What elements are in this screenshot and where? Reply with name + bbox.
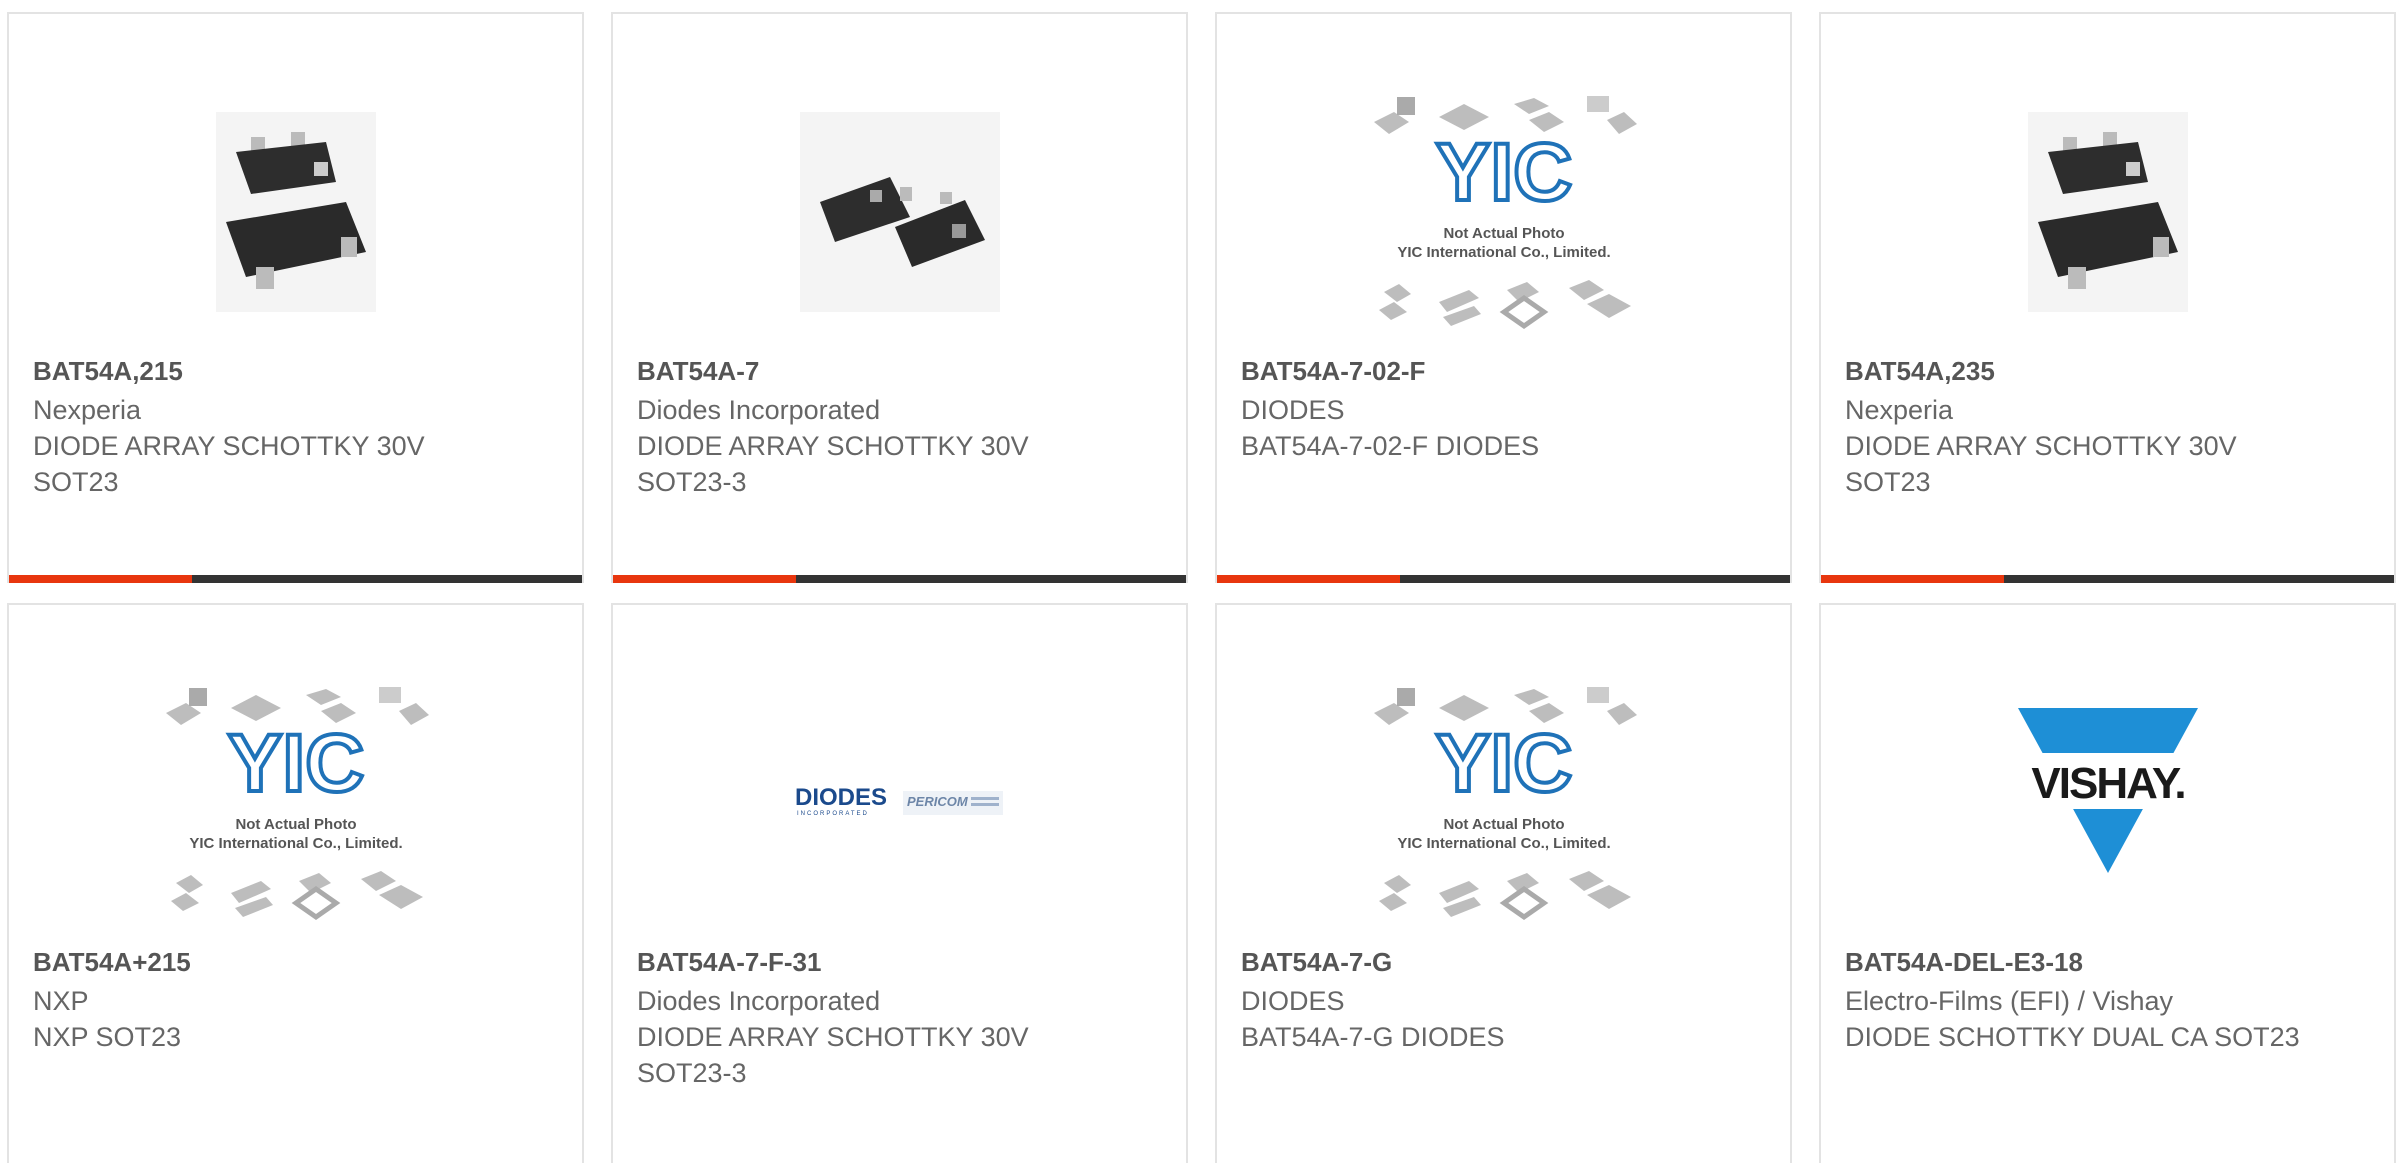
svg-text:YIC: YIC <box>1435 718 1572 809</box>
product-image[interactable]: YIC Not Actual Photo YIC International C… <box>1217 69 1790 354</box>
svg-text:YIC International Co., Limited: YIC International Co., Limited. <box>189 835 402 852</box>
part-number[interactable]: BAT54A-7 <box>637 354 1166 388</box>
card-accent-bar <box>613 575 1186 583</box>
product-image[interactable]: DIODES INCORPORATED PERICOM <box>613 660 1186 945</box>
product-card[interactable]: BAT54A-7 Diodes Incorporated DIODE ARRAY… <box>611 12 1188 583</box>
description: DIODE ARRAY SCHOTTKY 30V SOT23 <box>33 431 425 497</box>
description: DIODE SCHOTTKY DUAL CA SOT23 <box>1845 1022 2300 1052</box>
description: DIODE ARRAY SCHOTTKY 30V SOT23 <box>1845 431 2237 497</box>
product-image[interactable] <box>613 69 1186 354</box>
manufacturer: DIODES <box>1241 986 1345 1016</box>
yic-placeholder-icon: YIC Not Actual Photo YIC International C… <box>1373 95 1637 329</box>
part-number[interactable]: BAT54A-DEL-E3-18 <box>1845 945 2374 979</box>
product-card[interactable]: YIC Not Actual Photo YIC International C… <box>1215 603 1792 1163</box>
svg-text:YIC: YIC <box>1435 127 1572 218</box>
product-card[interactable]: BAT54A,215 Nexperia DIODE ARRAY SCHOTTKY… <box>7 12 584 583</box>
manufacturer: DIODES <box>1241 395 1345 425</box>
product-card[interactable]: YIC Not Actual Photo YIC International C… <box>7 603 584 1163</box>
yic-placeholder-icon: YIC Not Actual Photo YIC International C… <box>1373 686 1637 920</box>
svg-text:YIC: YIC <box>227 718 364 809</box>
part-number[interactable]: BAT54A-7-02-F <box>1241 354 1770 388</box>
product-image[interactable]: VISHAY. <box>1821 660 2394 945</box>
product-card[interactable]: YIC Not Actual Photo YIC International C… <box>1215 12 1792 583</box>
manufacturer: Nexperia <box>1845 395 1954 425</box>
part-number[interactable]: BAT54A,235 <box>1845 354 2374 388</box>
part-number[interactable]: BAT54A,215 <box>33 354 562 388</box>
manufacturer: Diodes Incorporated <box>637 986 881 1016</box>
manufacturer: Diodes Incorporated <box>637 395 881 425</box>
part-number[interactable]: BAT54A+215 <box>33 945 562 979</box>
product-image[interactable]: YIC Not Actual Photo YIC International C… <box>9 660 582 945</box>
product-card[interactable]: VISHAY. BAT54A-DEL-E3-18 Electro-Films (… <box>1819 603 2396 1163</box>
svg-text:Not Actual Photo: Not Actual Photo <box>235 816 356 833</box>
product-image[interactable] <box>1821 69 2394 354</box>
svg-text:Not Actual Photo: Not Actual Photo <box>1443 225 1564 242</box>
card-accent-bar <box>1821 575 2394 583</box>
manufacturer: Electro-Films (EFI) / Vishay <box>1845 986 2174 1016</box>
description: NXP SOT23 <box>33 1022 182 1052</box>
svg-text:Not Actual Photo: Not Actual Photo <box>1443 816 1564 833</box>
card-accent-bar <box>1217 575 1790 583</box>
product-card[interactable]: DIODES INCORPORATED PERICOM BAT54A-7-F-3… <box>611 603 1188 1163</box>
manufacturer: Nexperia <box>33 395 142 425</box>
description: BAT54A-7-G DIODES <box>1241 1022 1505 1052</box>
description: DIODE ARRAY SCHOTTKY 30V SOT23-3 <box>637 431 1029 497</box>
svg-text:INCORPORATED: INCORPORATED <box>797 811 869 817</box>
part-number[interactable]: BAT54A-7-G <box>1241 945 1770 979</box>
sot23-chip-icon <box>2027 111 2188 312</box>
yic-placeholder-icon: YIC Not Actual Photo YIC International C… <box>165 686 429 920</box>
description: BAT54A-7-02-F DIODES <box>1241 431 1540 461</box>
svg-text:DIODES: DIODES <box>795 784 887 811</box>
sot23-pair-icon <box>799 111 1000 312</box>
svg-text:VISHAY.: VISHAY. <box>2031 759 2184 808</box>
manufacturer: NXP <box>33 986 89 1016</box>
product-card[interactable]: BAT54A,235 Nexperia DIODE ARRAY SCHOTTKY… <box>1819 12 2396 583</box>
vishay-logo: VISHAY. <box>2007 707 2208 873</box>
sot23-chip-icon <box>215 111 376 312</box>
product-image[interactable] <box>9 69 582 354</box>
diodes-pericom-logo: DIODES INCORPORATED PERICOM <box>795 784 1003 817</box>
product-image[interactable]: YIC Not Actual Photo YIC International C… <box>1217 660 1790 945</box>
svg-text:PERICOM: PERICOM <box>907 794 969 809</box>
description: DIODE ARRAY SCHOTTKY 30V SOT23-3 <box>637 1022 1029 1088</box>
part-number[interactable]: BAT54A-7-F-31 <box>637 945 1166 979</box>
svg-text:YIC International Co., Limited: YIC International Co., Limited. <box>1397 835 1610 852</box>
svg-text:YIC International Co., Limited: YIC International Co., Limited. <box>1397 244 1610 261</box>
card-accent-bar <box>9 575 582 583</box>
